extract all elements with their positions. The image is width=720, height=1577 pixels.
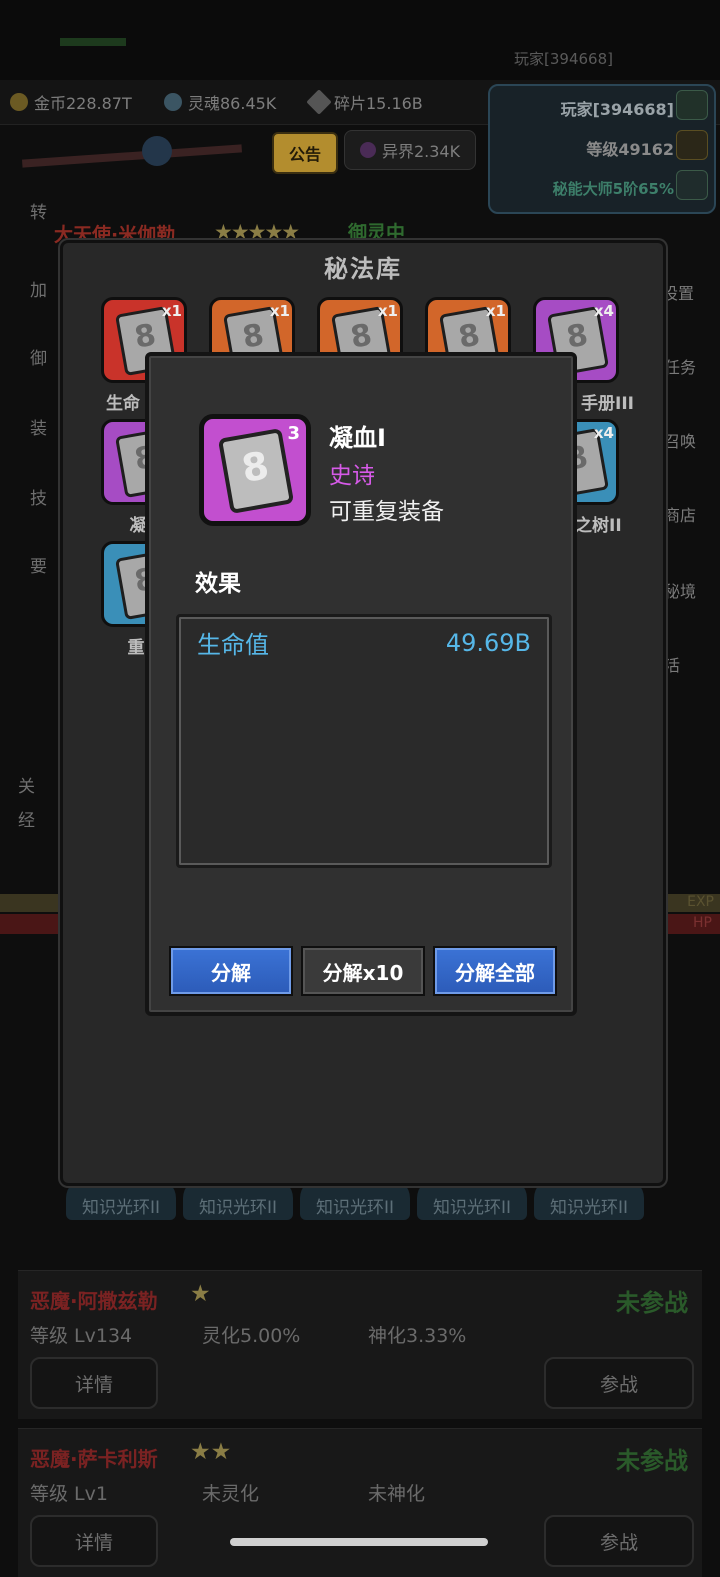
swirl-icon [676,170,708,200]
dialog-title: 秘法库 [324,255,402,283]
home-indicator[interactable] [230,1538,488,1546]
player-rank: 秘能大师5阶65% [552,180,674,198]
hero-spirit: 未灵化 [202,1483,260,1505]
gold-amount: 金币228.87T [34,94,132,113]
notice-button[interactable]: 公告 [272,132,338,174]
player-name: 玩家[394668] [560,100,674,119]
item-level: 3 [287,423,300,444]
shard-amount: 碎片15.16B [334,94,423,113]
slot-count: x4 [593,302,614,320]
gold-coin-icon [10,93,28,111]
slot-label: 手册III [581,394,634,414]
crown-icon [676,130,708,160]
event-button[interactable]: 活 [664,652,680,676]
resource-soul: 灵魂86.45K [164,90,276,114]
hero-level: 等级 Lv1 [30,1483,108,1505]
left-menu-label[interactable]: 经 [18,806,35,831]
sword-icon [21,144,243,168]
hero-level: 等级 Lv134 [30,1325,133,1347]
status-bar [60,38,126,46]
item-equip-note: 可重复装备 [329,499,444,525]
effect-stat-value: 49.69B [445,629,531,657]
slot-count: x4 [593,424,614,442]
hero-divine: 神化3.33% [368,1325,467,1347]
portal-icon [359,142,376,158]
item-name: 凝血I [329,424,386,452]
hero-spirit: 灵化5.00% [202,1325,301,1347]
effect-box: 生命值 49.69B [176,614,552,868]
hero-detail-button[interactable]: 详情 [30,1515,158,1567]
slot-label: 生命 [106,394,140,414]
left-menu-label[interactable]: 御 [30,344,47,369]
left-menu-label[interactable]: 要 [30,552,47,577]
resource-shard: 碎片15.16B [306,89,423,115]
item-detail-dialog: 3 凝血I 史诗 可重复装备 效果 生命值 49.69B 分解 分解x10 分解… [145,352,577,1016]
secret-realm-button[interactable]: 秘境 [664,578,696,602]
slot-count: x1 [377,302,398,320]
item-rarity: 史诗 [329,463,375,489]
shop-button[interactable]: 商店 [664,502,696,526]
hero-name: 恶魔·阿撒兹勒 [30,1289,158,1313]
slot-count: x1 [161,302,182,320]
slot-count: x1 [269,302,290,320]
hero-stars: ★ [190,1281,211,1307]
hero-state: 未参战 [616,1447,688,1475]
hero-join-button[interactable]: 参战 [544,1357,694,1409]
tasks-button[interactable]: 任务 [664,354,696,378]
top-bar: 玩家[394668] [0,0,720,80]
hero-join-button[interactable]: 参战 [544,1515,694,1567]
shard-icon [306,89,332,115]
leaf-icon [676,90,708,120]
soul-amount: 灵魂86.45K [188,94,277,113]
hero-name: 恶魔·萨卡利斯 [30,1447,158,1471]
left-menu: 转 加 御 装 技 要 关 经 [0,180,56,1000]
resource-gold: 金币228.87T [10,90,132,114]
player-card[interactable]: 玩家[394668] 等级49162 秘能大师5阶65% [488,84,716,214]
slot-count: x1 [485,302,506,320]
player-id-small: 玩家[394668] [514,50,613,68]
slot-label: 之树II [575,516,622,536]
hp-label: HP [693,915,712,931]
left-menu-label[interactable]: 转 [30,198,47,223]
book-icon [217,428,295,514]
hero-detail-button[interactable]: 详情 [30,1357,158,1409]
left-menu-label[interactable]: 加 [30,276,47,301]
player-level: 等级49162 [586,140,674,159]
hero-divine: 未神化 [368,1483,426,1505]
settings-button[interactable]: 设置 [662,280,694,304]
hero-card: 恶魔·萨卡利斯 ★★ 未参战 等级 Lv1 未灵化 未神化 详情 参战 [18,1428,702,1577]
summon-button[interactable]: 召唤 [664,428,696,452]
realm-counter[interactable]: 异界2.34K [344,130,476,170]
left-menu-label[interactable]: 装 [30,414,47,439]
decompose-all-button[interactable]: 分解全部 [433,946,557,996]
orb-icon [142,136,172,166]
effect-stat-name: 生命值 [197,631,269,659]
right-menu: 设置 任务 召唤 商店 秘境 活 [662,212,720,682]
realm-label: 异界2.34K [381,142,461,161]
effect-title: 效果 [195,571,241,597]
hero-card: 恶魔·阿撒兹勒 ★ 未参战 等级 Lv134 灵化5.00% 神化3.33% 详… [18,1270,702,1419]
left-menu-label[interactable]: 技 [30,484,47,509]
item-icon: 3 [199,414,311,526]
left-menu-label[interactable]: 关 [18,772,35,797]
decompose-x10-button[interactable]: 分解x10 [301,946,425,996]
exp-label: EXP [687,894,714,910]
hero-state: 未参战 [616,1289,688,1317]
soul-icon [164,93,182,111]
decompose-button[interactable]: 分解 [169,946,293,996]
hero-stars: ★★ [190,1439,232,1465]
